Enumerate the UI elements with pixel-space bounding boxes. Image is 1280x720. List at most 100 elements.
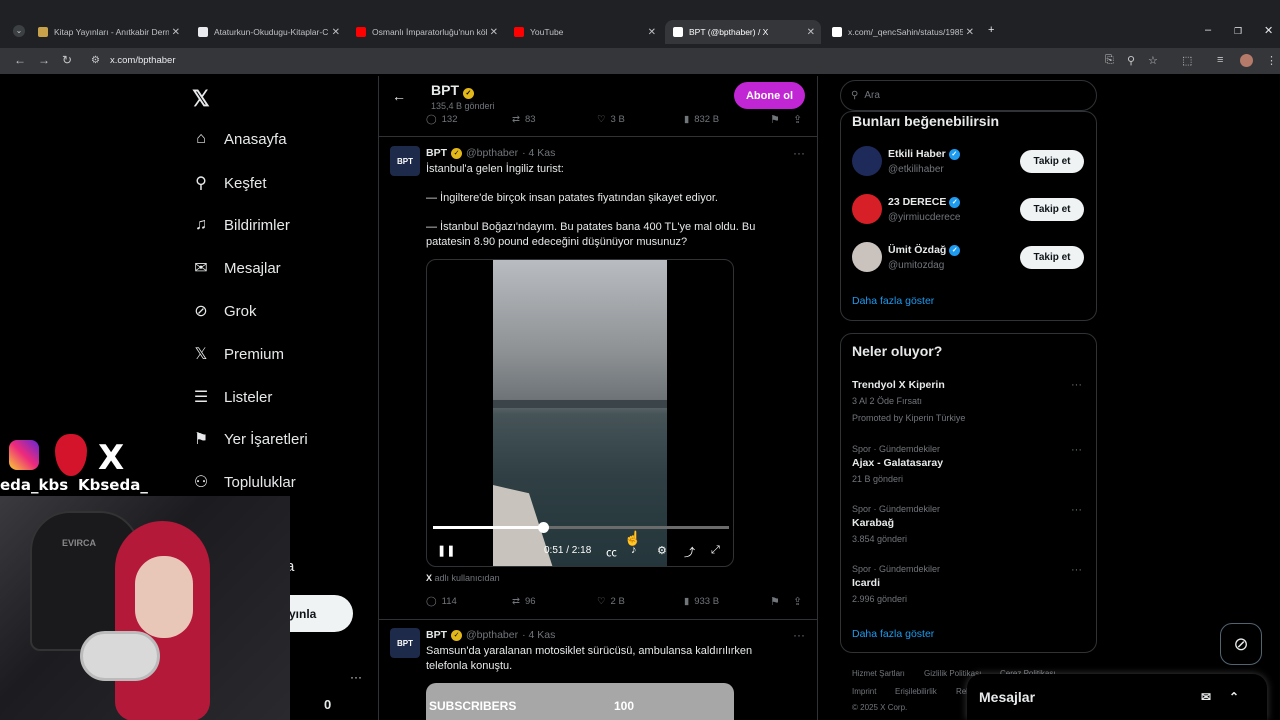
profile-avatar[interactable] [1240, 54, 1253, 67]
suggestion-handle[interactable]: @yirmiucderece [888, 212, 960, 223]
tab-close-icon[interactable]: ✕ [332, 27, 340, 38]
tab-search-icon[interactable]: ⌄ [13, 25, 25, 37]
author-name[interactable]: BPT [426, 147, 447, 159]
reload-icon[interactable]: ↻ [62, 53, 72, 67]
trend-more-icon[interactable]: ··· [1071, 564, 1082, 576]
back-icon[interactable]: ← [14, 53, 26, 67]
likes-action[interactable]: ♡ 2 B [597, 596, 625, 607]
browser-tab[interactable]: Ataturkun-Okudugu-Kitaplar-C ✕ [190, 20, 346, 44]
footer-link[interactable]: Erişilebilirlik [895, 687, 937, 696]
nav-item[interactable]: ⊘ Grok [192, 301, 256, 321]
account-more-icon[interactable]: ··· [350, 670, 362, 684]
nav-item[interactable]: ⚇ Topluluklar [192, 472, 296, 492]
url-field[interactable]: x.com/bpthaber [110, 55, 175, 66]
author-handle[interactable]: @bpthaber [466, 629, 518, 641]
forward-icon[interactable]: → [38, 53, 50, 67]
restore-icon[interactable]: ❐ [1234, 26, 1242, 37]
share-icon[interactable]: ⇪ [793, 595, 802, 608]
tweet-avatar[interactable]: BPT [390, 628, 420, 658]
footer-link[interactable]: Hizmet Şartları [852, 669, 905, 678]
subscribe-button[interactable]: Abone ol [734, 82, 805, 109]
browser-tab[interactable]: Osmanlı İmparatorluğu'nun kök ✕ [348, 20, 504, 44]
expand-icon[interactable]: ⌃ [1229, 690, 1239, 704]
tweet-date[interactable]: · 4 Kas [522, 147, 555, 159]
browser-tab[interactable]: x.com/_qencSahin/status/1985 ✕ [824, 20, 980, 44]
replies-action[interactable]: ◯ 132 [426, 114, 458, 125]
pip-icon[interactable]: ⤴ [684, 544, 695, 560]
replies-action[interactable]: ◯ 114 [426, 596, 457, 607]
fullscreen-icon[interactable]: ⤢ [711, 544, 720, 557]
suggestion-handle[interactable]: @umitozdag [888, 260, 944, 271]
views-action[interactable]: ▮ 832 B [684, 114, 719, 125]
share-icon[interactable]: ⇪ [793, 113, 802, 126]
window-close-icon[interactable]: ✕ [1264, 24, 1273, 37]
grok-button[interactable]: ⊘ [1220, 623, 1262, 665]
tab-close-icon[interactable]: ✕ [966, 27, 974, 38]
minimize-icon[interactable]: – [1205, 24, 1211, 36]
messages-drawer[interactable]: Mesajlar ✉ ⌃ [967, 674, 1267, 720]
tweet-date[interactable]: · 4 Kas [522, 629, 555, 641]
suggestion-handle[interactable]: @etkilihaber [888, 164, 944, 175]
new-tab-icon[interactable]: + [988, 24, 994, 36]
footer-link[interactable]: Imprint [852, 687, 876, 696]
nav-item[interactable]: ⚲ Keşfet [192, 173, 266, 193]
tweet-video-thumbnail[interactable]: SUBSCRIBERS 100 [426, 683, 734, 720]
video-scrubber[interactable] [537, 522, 549, 533]
follow-button[interactable]: Takip et [1020, 246, 1084, 269]
author-handle[interactable]: @bpthaber [466, 147, 518, 159]
likes-action[interactable]: ♡ 3 B [597, 114, 625, 125]
install-icon[interactable]: ⎘ [1105, 54, 1114, 67]
menu-icon[interactable]: ⋮ [1266, 54, 1277, 67]
settings-icon[interactable]: ⚙ [657, 544, 667, 557]
tweet-avatar[interactable]: BPT [390, 146, 420, 176]
bookmark-icon[interactable]: ⚑ [770, 595, 780, 608]
author-name[interactable]: BPT [426, 629, 447, 641]
video-progress-bar[interactable] [433, 522, 729, 533]
trend-more-icon[interactable]: ··· [1071, 504, 1082, 516]
trend-more-icon[interactable]: ··· [1071, 379, 1082, 391]
extensions-icon[interactable]: ⬚ [1182, 54, 1192, 67]
nav-item[interactable]: ⚑ Yer İşaretleri [192, 429, 308, 449]
media-icon[interactable]: ≡ [1217, 54, 1223, 66]
nav-item[interactable]: ⌂ Anasayfa [192, 130, 286, 148]
browser-tab[interactable]: BPT (@bpthaber) / X ✕ [665, 20, 821, 44]
browser-tab[interactable]: Kitap Yayınları - Anıtkabir Derne ✕ [30, 20, 186, 44]
retweets-action[interactable]: ⇄ 83 [512, 114, 536, 125]
site-info-icon[interactable]: ⚙ [91, 55, 100, 66]
zoom-icon[interactable]: ⚲ [1127, 54, 1135, 67]
tab-close-icon[interactable]: ✕ [648, 27, 656, 38]
suggestion-name[interactable]: 23 DERECE ✓ [888, 196, 961, 208]
suggestion-avatar[interactable] [852, 146, 882, 176]
suggestions-more-link[interactable]: Daha fazla göster [852, 295, 934, 307]
tweet-video[interactable]: ❚❚ 0:51 / 2:18 ㏄ ♪ ⚙ ⤴ ⤢ [426, 259, 734, 567]
new-message-icon[interactable]: ✉ [1201, 690, 1211, 704]
nav-item[interactable]: 𝕏 Premium [192, 344, 284, 364]
tweet-more-icon[interactable]: ··· [793, 628, 805, 642]
follow-button[interactable]: Takip et [1020, 150, 1084, 173]
nav-item[interactable]: ☰ Listeler [192, 387, 273, 407]
back-arrow-icon[interactable]: ← [392, 88, 406, 104]
suggestion-name[interactable]: Ümit Özdağ ✓ [888, 244, 961, 256]
video-attribution[interactable]: X adlı kullanıcıdan [426, 573, 500, 583]
suggestion-avatar[interactable] [852, 242, 882, 272]
search-input[interactable]: ⚲ Ara [840, 80, 1097, 111]
pause-icon[interactable]: ❚❚ [437, 544, 455, 557]
browser-tab[interactable]: YouTube ✕ [506, 20, 662, 44]
views-action[interactable]: ▮ 933 B [684, 596, 719, 607]
x-logo[interactable]: 𝕏 [192, 86, 210, 112]
tab-close-icon[interactable]: ✕ [172, 27, 180, 38]
bookmark-icon[interactable]: ⚑ [770, 113, 780, 126]
tweet-more-icon[interactable]: ··· [793, 146, 805, 160]
captions-icon[interactable]: ㏄ [606, 544, 617, 560]
suggestion-avatar[interactable] [852, 194, 882, 224]
trend-more-icon[interactable]: ··· [1071, 444, 1082, 456]
suggestion-name[interactable]: Etkili Haber ✓ [888, 148, 960, 160]
bookmark-star-icon[interactable]: ☆ [1148, 54, 1158, 67]
follow-button[interactable]: Takip et [1020, 198, 1084, 221]
tab-close-icon[interactable]: ✕ [807, 27, 815, 38]
retweets-action[interactable]: ⇄ 96 [512, 596, 536, 607]
nav-item[interactable]: ♫ Bildirimler [192, 216, 290, 234]
nav-item[interactable]: ✉ Mesajlar [192, 258, 280, 278]
trends-more-link[interactable]: Daha fazla göster [852, 628, 934, 640]
tab-close-icon[interactable]: ✕ [490, 27, 498, 38]
